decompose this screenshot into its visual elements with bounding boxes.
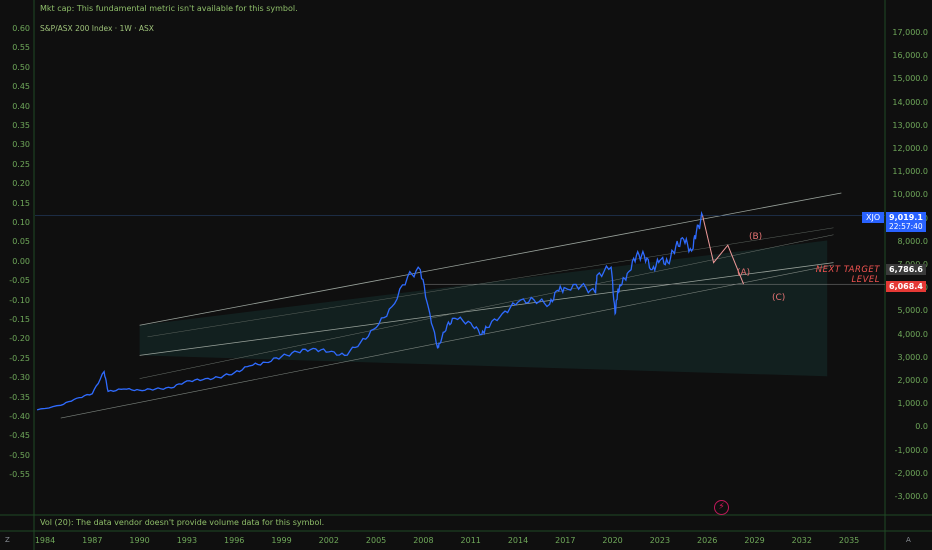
time-axis-tick: 2008 [413,536,434,545]
right-axis-tick: -3,000.0 [894,492,928,501]
level-tag-upper: 6,786.6 [886,264,926,275]
symbol-title[interactable]: S&P/ASX 200 Index · 1W · ASX [40,24,154,33]
left-axis-tick: -0.35 [9,392,30,402]
wave-a-label: (A) [737,268,751,278]
left-axis-tick: 0.45 [12,82,30,92]
left-axis-tick: -0.05 [9,276,30,286]
time-axis-tick: 2005 [365,536,387,545]
time-axis-tick: 2023 [649,536,671,545]
right-axis-tick: -2,000.0 [894,468,928,478]
right-axis-tick: -1,000.0 [894,445,928,455]
left-axis-tick: -0.25 [9,353,30,363]
time-axis-tick: 2035 [838,536,860,545]
left-axis-tick: 0.55 [12,43,30,53]
target-label-line2: LEVEL [851,275,880,285]
left-axis-tick: 0.25 [12,159,30,169]
time-axis-tick: 1999 [271,536,292,545]
right-axis-tick: 17,000.0 [892,28,928,37]
channel-fill [139,240,828,377]
wave-b-label: (B) [749,232,763,242]
channel-layer [35,192,885,419]
left-axis-tick: -0.20 [9,334,30,344]
left-axis-tick: 0.30 [12,140,30,150]
auto-scale-button[interactable]: A [906,536,911,544]
right-axis-tick: 14,000.0 [892,97,928,107]
right-axis-tick: 8,000.0 [897,236,928,246]
left-axis-tick: -0.55 [9,470,30,480]
right-axis-tick: 15,000.0 [892,74,928,84]
right-axis-tick: 16,000.0 [892,51,928,61]
left-axis-tick: 0.10 [12,218,30,227]
time-axis-tick: 2002 [318,536,339,545]
right-axis-tick: 10,000.0 [892,190,928,200]
left-axis-tick: -0.40 [9,412,30,421]
right-axis-tick: 2,000.0 [897,376,928,385]
right-axis-tick: 3,000.0 [897,352,928,362]
time-axis-tick: 2026 [697,536,718,545]
mkt-cap-note: Mkt cap: This fundamental metric isn't a… [40,4,298,13]
level-tag-lower: 6,068.4 [886,281,926,292]
left-axis-tick: -0.15 [9,315,30,324]
left-axis-tick: 0.50 [12,62,30,72]
right-axis-tick: 12,000.0 [892,144,928,153]
time-axis-tick: 2011 [460,536,481,545]
left-axis-tick: -0.30 [9,373,30,383]
go-to-date-button[interactable]: Z [5,536,10,544]
right-axis-tick: 4,000.0 [897,329,928,339]
left-axis-tick: 0.60 [12,24,30,33]
time-axis-tick: 2017 [555,536,576,545]
left-axis-tick: 0.00 [12,256,30,266]
left-axis-tick: 0.35 [12,121,30,130]
time-axis-tick: 2020 [602,536,623,545]
right-axis-tick: 13,000.0 [892,120,928,130]
left-axis-tick: -0.10 [9,295,30,305]
left-axis-tick: 0.05 [12,237,30,247]
symbol-price-tag: XJO [862,212,885,223]
left-axis-tick: -0.50 [9,450,30,460]
time-axis-tick: 2029 [744,536,765,545]
right-axis-tick: 1,000.0 [897,399,928,409]
right-axis-tick: 0.0 [915,422,928,432]
time-axis-tick: 2032 [791,536,812,545]
left-axis-tick: 0.20 [12,179,30,189]
wave-c-label: (C) [772,293,786,303]
left-axis-tick: -0.45 [9,431,30,441]
target-label-line1: NEXT TARGET [815,265,880,275]
time-axis-tick: 1996 [224,536,245,545]
time-axis-tick: 1990 [129,536,150,545]
target-label: NEXT TARGET LEVEL [790,265,880,285]
left-axis-tick: 0.40 [12,101,30,111]
time-axis-tick: 2014 [507,536,529,545]
left-axis-tick: 0.15 [12,198,30,208]
right-axis-tick: 11,000.0 [892,167,928,177]
lightning-icon[interactable]: ⚡ [714,500,729,515]
volume-note: Vol (20): The data vendor doesn't provid… [40,518,325,527]
right-axis-tick: 5,000.0 [897,306,928,316]
time-axis-tick: 1987 [82,536,103,545]
bar-countdown-tag: 22:57:40 [886,222,926,232]
time-axis-tick: 1984 [34,536,56,545]
time-axis-tick: 1993 [176,536,198,545]
